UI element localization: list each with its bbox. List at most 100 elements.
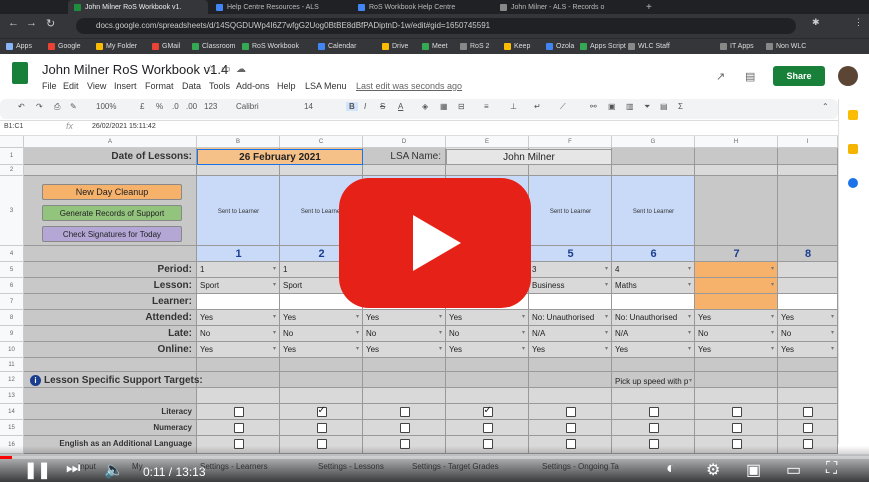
column-header-c[interactable]: C <box>280 136 363 148</box>
row-header-5[interactable]: 5 <box>0 262 24 278</box>
grid-cell[interactable] <box>446 358 529 372</box>
bookmark-item[interactable]: Keep <box>504 38 530 54</box>
forward-icon[interactable]: → <box>26 17 37 29</box>
decrease-decimal-button[interactable]: .0 <box>172 102 179 111</box>
percent-button[interactable]: % <box>156 102 163 111</box>
avatar[interactable] <box>838 66 858 86</box>
bookmark-item[interactable]: WLC Staff <box>628 38 670 54</box>
menu-file[interactable]: File <box>42 81 57 91</box>
font-size-select[interactable]: 14 <box>304 102 313 111</box>
row-header-11[interactable]: 11 <box>0 358 24 372</box>
online-dropdown[interactable]: Yes <box>696 345 777 356</box>
link-icon[interactable]: ⚯ <box>590 102 597 111</box>
late-dropdown[interactable]: No <box>364 329 445 340</box>
late-dropdown[interactable]: N/A <box>530 329 611 340</box>
grid-cell[interactable] <box>778 278 838 294</box>
lesson-dropdown[interactable]: Business <box>530 281 611 292</box>
currency-button[interactable]: £ <box>140 102 144 111</box>
grid-cell[interactable] <box>24 388 197 404</box>
bookmark-item[interactable]: IT Apps <box>720 38 754 54</box>
support-checkbox[interactable] <box>648 407 659 417</box>
attended-dropdown[interactable]: Yes <box>447 313 528 324</box>
row-header-12[interactable]: 12 <box>0 372 24 388</box>
period-dropdown[interactable]: 1 <box>198 265 279 276</box>
bookmark-item[interactable]: GMail <box>152 38 180 54</box>
info-icon[interactable]: i <box>30 375 41 386</box>
grid-cell[interactable] <box>363 388 446 404</box>
filter-views-icon[interactable]: ▤ <box>660 102 668 111</box>
borders-icon[interactable]: ▦ <box>440 102 448 111</box>
print-icon[interactable]: ⎙ <box>54 102 60 112</box>
bookmark-item[interactable]: Non WLC <box>766 38 806 54</box>
bookmark-item[interactable]: My Folder <box>96 38 137 54</box>
support-checkbox[interactable] <box>482 405 493 417</box>
late-dropdown[interactable]: No <box>696 329 777 340</box>
menu-format[interactable]: Format <box>145 81 174 91</box>
filter-icon[interactable]: ⏷ <box>644 102 650 112</box>
grid-cell[interactable] <box>197 165 280 176</box>
grid-cell[interactable] <box>695 148 778 165</box>
browser-tab[interactable]: RoS Workbook Help Centre <box>352 0 492 14</box>
support-checkbox[interactable] <box>803 407 813 417</box>
online-dropdown[interactable]: Yes <box>613 345 694 356</box>
grid-cell[interactable] <box>778 148 838 165</box>
late-dropdown[interactable]: No <box>447 329 528 340</box>
online-dropdown[interactable]: Yes <box>198 345 279 356</box>
autoplay-icon[interactable]: ◐ <box>666 460 676 478</box>
fill-color-icon[interactable]: ◈ <box>422 102 428 111</box>
rotate-icon[interactable]: ⟋ <box>560 102 566 112</box>
support-checkbox[interactable] <box>565 407 576 417</box>
row-header-8[interactable]: 8 <box>0 310 24 326</box>
chart-icon[interactable]: ▥ <box>626 102 634 111</box>
bookmark-item[interactable]: Ozola <box>546 38 574 54</box>
column-header-e[interactable]: E <box>446 136 529 148</box>
grid-cell[interactable] <box>446 165 529 176</box>
column-header-f[interactable]: F <box>529 136 612 148</box>
grid-cell[interactable] <box>695 358 778 372</box>
bookmark-item[interactable]: Classroom <box>192 38 235 54</box>
new-day-cleanup-button[interactable]: New Day Cleanup <box>42 184 182 200</box>
increase-decimal-button[interactable]: .00 <box>186 102 197 111</box>
period-dropdown[interactable]: 3 <box>530 265 611 276</box>
formula-input[interactable]: 26/02/2021 15:11:42 <box>92 123 156 130</box>
grid-cell[interactable] <box>446 372 529 388</box>
grid-cell[interactable] <box>197 358 280 372</box>
lesson-dropdown[interactable]: Sport <box>198 281 279 292</box>
grid-cell[interactable] <box>778 388 838 404</box>
grid-cell[interactable] <box>612 148 695 165</box>
grid-cell[interactable] <box>612 165 695 176</box>
grid-cell[interactable] <box>612 294 695 310</box>
extensions-icon[interactable]: ✱ <box>812 17 820 28</box>
grid-cell[interactable] <box>24 165 197 176</box>
menu-lsa-menu[interactable]: LSA Menu <box>305 81 347 91</box>
lsa-name-cell[interactable]: John Milner <box>446 149 612 165</box>
grid-cell[interactable] <box>778 165 838 176</box>
merge-icon[interactable]: ⊟ <box>458 102 465 111</box>
online-dropdown[interactable]: Yes <box>364 345 445 356</box>
attended-dropdown[interactable]: No: Unauthorised <box>530 313 611 324</box>
grid-cell[interactable] <box>695 294 778 310</box>
attended-dropdown[interactable]: Yes <box>364 313 445 324</box>
generate-records-button[interactable]: Generate Records of Support <box>42 205 182 221</box>
support-checkbox[interactable] <box>565 423 576 433</box>
attended-dropdown[interactable]: Yes <box>779 313 837 324</box>
attended-dropdown[interactable]: No: Unauthorised <box>613 313 694 324</box>
support-checkbox[interactable] <box>399 407 410 417</box>
bookmark-item[interactable]: Apps Script <box>580 38 626 54</box>
paint-format-icon[interactable]: ✎ <box>70 102 77 111</box>
row-header-1[interactable]: 1 <box>0 148 24 165</box>
row-header-9[interactable]: 9 <box>0 326 24 342</box>
browser-tab[interactable]: Help Centre Resources - ALS <box>210 0 350 14</box>
comment-icon[interactable]: ▣ <box>608 102 616 111</box>
italic-button[interactable]: I <box>364 102 366 111</box>
pause-icon[interactable]: ❚❚ <box>24 460 51 480</box>
date-value-cell[interactable]: 26 February 2021 <box>197 149 363 165</box>
attended-dropdown[interactable]: Yes <box>281 313 362 324</box>
url-field[interactable]: docs.google.com/spreadsheets/d/14SQGDUWp… <box>76 18 796 34</box>
tasks-icon[interactable] <box>848 178 858 188</box>
video-progress-bar[interactable] <box>0 456 869 459</box>
grid-cell[interactable] <box>280 358 363 372</box>
lesson-dropdown[interactable] <box>696 281 777 292</box>
menu-view[interactable]: View <box>87 81 106 91</box>
online-dropdown[interactable]: Yes <box>530 345 611 356</box>
